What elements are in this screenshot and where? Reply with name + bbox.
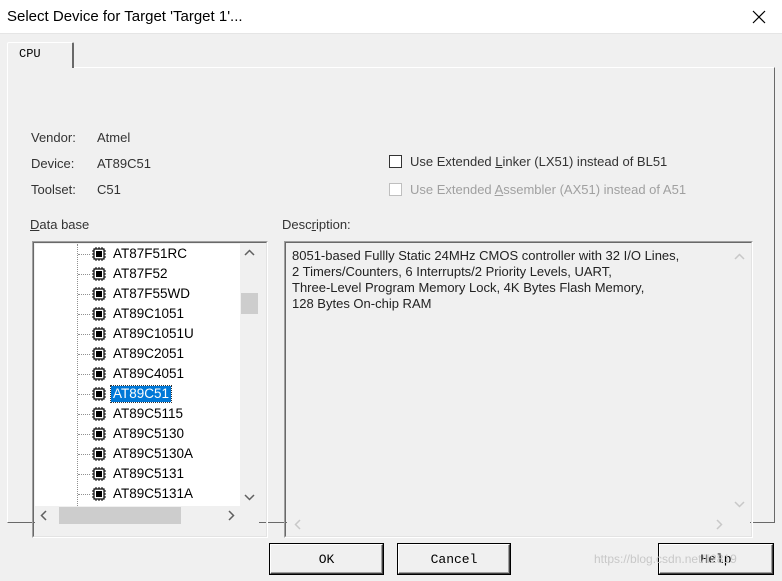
- device-name: AT87F55WD: [113, 286, 191, 301]
- device-name: AT87F52: [113, 266, 168, 281]
- tree-connector: [78, 254, 90, 255]
- tree-connector: [78, 314, 90, 315]
- chip-icon: [91, 466, 107, 482]
- tree-connector: [78, 354, 90, 355]
- device-tree-item[interactable]: AT87F52: [35, 264, 240, 284]
- tree-connector: [78, 394, 90, 395]
- chip-icon: [91, 266, 107, 282]
- tab-cpu-label: CPU: [19, 47, 41, 61]
- chip-icon: [91, 406, 107, 422]
- window-title: Select Device for Target 'Target 1'...: [7, 8, 243, 25]
- ok-button[interactable]: OK: [270, 544, 383, 574]
- device-name: AT89C51: [109, 385, 173, 403]
- tree-connector: [78, 434, 90, 435]
- device-value: AT89C51: [97, 156, 151, 171]
- tree-connector: [78, 454, 90, 455]
- description-box[interactable]: 8051-based Fullly Static 24MHz CMOS cont…: [287, 244, 750, 535]
- device-tree-item[interactable]: AT89C1051U: [35, 324, 240, 344]
- desc-scroll-right-icon: [711, 516, 728, 533]
- device-tree-item[interactable]: AT89C1051: [35, 304, 240, 324]
- device-name: AT89C1051: [113, 306, 185, 321]
- chip-icon: [91, 386, 107, 402]
- chip-icon: [91, 346, 107, 362]
- tree-connector: [78, 294, 90, 295]
- description-line: 8051-based Fullly Static 24MHz CMOS cont…: [292, 248, 680, 263]
- device-name: AT89C5130: [113, 426, 185, 441]
- device-tree-item[interactable]: AT89C5130A: [35, 444, 240, 464]
- description-frame: 8051-based Fullly Static 24MHz CMOS cont…: [284, 241, 753, 538]
- lx51-label[interactable]: Use Extended Linker (LX51) instead of BL…: [410, 154, 667, 169]
- ax51-checkbox[interactable]: [389, 183, 402, 196]
- cancel-button[interactable]: Cancel: [398, 544, 510, 574]
- horizontal-scroll-thumb[interactable]: [59, 507, 181, 524]
- tree-connector: [78, 414, 90, 415]
- toolset-value: C51: [97, 182, 121, 197]
- chip-icon: [91, 326, 107, 342]
- device-name: AT89C5130A: [113, 446, 194, 461]
- close-icon[interactable]: [736, 0, 782, 34]
- description-text: 8051-based Fullly Static 24MHz CMOS cont…: [292, 248, 679, 312]
- description-line: 2 Timers/Counters, 6 Interrupts/2 Priori…: [292, 264, 612, 279]
- vertical-scroll-thumb[interactable]: [241, 293, 258, 314]
- device-tree-item[interactable]: AT89C5115: [35, 404, 240, 424]
- chip-icon: [91, 306, 107, 322]
- dialog-client: CPU Vendor: Atmel Device: AT89C51 Toolse…: [0, 34, 782, 581]
- device-name: AT89C2051: [113, 346, 185, 361]
- tree-connector: [78, 374, 90, 375]
- scroll-up-arrow-icon[interactable]: [240, 244, 259, 261]
- tab-panel: Vendor: Atmel Device: AT89C51 Toolset: C…: [7, 67, 775, 538]
- device-tree-frame: AT87F51RC AT87F52 AT87F55WD AT89C1051 AT89C1…: [32, 241, 268, 538]
- device-tree-item[interactable]: AT89C5131: [35, 464, 240, 484]
- description-line: 128 Bytes On-chip RAM: [292, 296, 432, 311]
- chip-icon: [91, 426, 107, 442]
- ax51-label: Use Extended Assembler (AX51) instead of…: [410, 182, 687, 197]
- scroll-corner: [240, 506, 259, 525]
- scroll-down-arrow-icon[interactable]: [240, 489, 259, 506]
- scroll-left-arrow-icon[interactable]: [35, 506, 52, 525]
- description-line: Three-Level Program Memory Lock, 4K Byte…: [292, 280, 645, 295]
- vendor-label: Vendor:: [31, 130, 76, 145]
- device-tree-item[interactable]: AT87F55WD: [35, 284, 240, 304]
- tab-cpu[interactable]: CPU: [7, 42, 74, 68]
- device-tree-item[interactable]: AT89C2051: [35, 344, 240, 364]
- chip-icon: [91, 246, 107, 262]
- device-name: AT89C4051: [113, 366, 185, 381]
- device-name: AT89C1051U: [113, 326, 194, 341]
- toolset-label: Toolset:: [31, 182, 76, 197]
- device-tree-item[interactable]: AT89C5130: [35, 424, 240, 444]
- desc-scroll-up-icon: [731, 248, 748, 265]
- tree-connector: [78, 334, 90, 335]
- chip-icon: [91, 366, 107, 382]
- tree-horizontal-scrollbar[interactable]: [35, 506, 240, 525]
- device-name: AT87F51RC: [113, 246, 188, 261]
- device-tree[interactable]: AT87F51RC AT87F52 AT87F55WD AT89C1051 AT89C1…: [35, 244, 240, 506]
- device-name: AT89C5131: [113, 466, 185, 481]
- database-label: Data base: [30, 217, 90, 232]
- vendor-value: Atmel: [97, 130, 131, 145]
- title-bar: Select Device for Target 'Target 1'...: [0, 0, 782, 34]
- desc-scroll-left-icon: [289, 516, 306, 533]
- device-tree-item[interactable]: AT87F51RC: [35, 244, 240, 264]
- lx51-checkbox[interactable]: [389, 155, 402, 168]
- tree-connector: [78, 474, 90, 475]
- chip-icon: [91, 286, 107, 302]
- device-name: AT89C5115: [113, 406, 184, 421]
- device-tree-item[interactable]: AT89C51: [35, 384, 240, 404]
- description-label: Description:: [282, 217, 351, 232]
- device-tree-item[interactable]: AT89C4051: [35, 364, 240, 384]
- watermark: https://blog.csdn.net/li2819: [594, 552, 737, 566]
- desc-scroll-down-icon: [731, 496, 748, 513]
- device-name: AT89C5131A: [113, 486, 194, 501]
- device-tree-item[interactable]: AT89C5131A: [35, 484, 240, 504]
- chip-icon: [91, 486, 107, 502]
- tree-connector: [78, 274, 90, 275]
- chip-icon: [91, 446, 107, 462]
- tree-connector: [78, 494, 90, 495]
- scroll-right-arrow-icon[interactable]: [223, 506, 240, 525]
- tree-vertical-scrollbar[interactable]: [240, 244, 259, 506]
- device-label: Device:: [31, 156, 75, 171]
